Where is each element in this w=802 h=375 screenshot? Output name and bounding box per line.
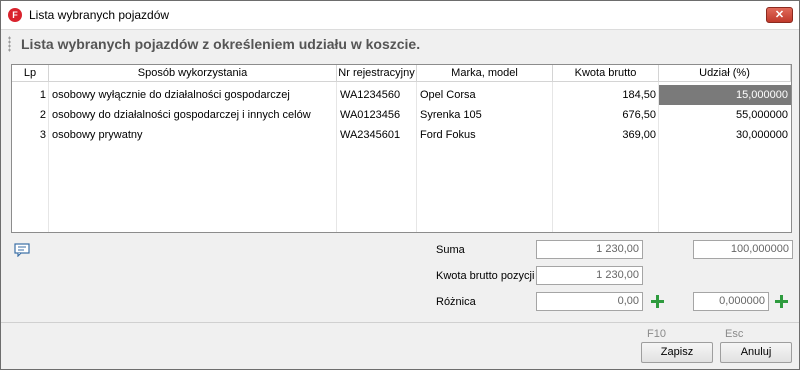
difference-label: Różnica	[436, 296, 476, 308]
table-cell-registration[interactable]: WA0123456	[337, 105, 417, 125]
item-gross-amount-field: 1 230,00	[536, 266, 643, 285]
table-cell-usage[interactable]: osobowy prywatny	[49, 125, 337, 145]
table-cell-lp[interactable]: 3	[12, 125, 49, 145]
difference-share-field: 0,000000	[693, 292, 769, 311]
table-cell-usage[interactable]: osobowy do działalności gospodarczej i i…	[49, 105, 337, 125]
difference-amount-field: 0,00	[536, 292, 643, 311]
table-cell-lp[interactable]: 2	[12, 105, 49, 125]
column-header-lp[interactable]: Lp	[12, 65, 49, 82]
dialog-header: Lista wybranych pojazdów z określeniem u…	[1, 30, 799, 60]
column-header-share[interactable]: Udział (%)	[659, 65, 791, 82]
footer-divider	[1, 322, 799, 323]
table-cell-make-model[interactable]: Syrenka 105	[417, 105, 553, 125]
column-header-gross-amount[interactable]: Kwota brutto	[553, 65, 659, 82]
table-cell-registration[interactable]: WA1234560	[337, 85, 417, 105]
table-cell-usage[interactable]: osobowy wyłącznie do działalności gospod…	[49, 85, 337, 105]
sum-amount-field: 1 230,00	[536, 240, 643, 259]
table-cell-registration[interactable]: WA2345601	[337, 125, 417, 145]
cancel-button[interactable]: Anuluj	[720, 342, 792, 363]
dialog-heading: Lista wybranych pojazdów z określeniem u…	[21, 36, 421, 52]
plus-icon[interactable]	[775, 295, 788, 308]
cancel-shortcut-hint: Esc	[725, 328, 744, 340]
title-bar[interactable]: F Lista wybranych pojazdów ✕	[1, 1, 799, 30]
column-header-make-model[interactable]: Marka, model	[417, 65, 553, 82]
background-window-edge	[0, 370, 802, 375]
app-logo-icon: F	[8, 8, 22, 22]
save-shortcut-hint: F10	[647, 328, 666, 340]
table-cell-share[interactable]: 30,000000	[659, 125, 791, 145]
table-cell-share-selected[interactable]: 15,000000	[659, 85, 791, 105]
save-button[interactable]: Zapisz	[641, 342, 713, 363]
dialog-window: F Lista wybranych pojazdów ✕ Lista wybra…	[0, 0, 800, 370]
column-header-registration[interactable]: Nr rejestracyjny	[337, 65, 417, 82]
comment-icon[interactable]	[14, 243, 30, 257]
table-cell-lp[interactable]: 1	[12, 85, 49, 105]
table-cell-share[interactable]: 55,000000	[659, 105, 791, 125]
close-button[interactable]: ✕	[766, 7, 793, 23]
table-cell-make-model[interactable]: Opel Corsa	[417, 85, 553, 105]
table-cell-gross-amount[interactable]: 676,50	[553, 105, 659, 125]
sum-share-field: 100,000000	[693, 240, 793, 259]
table-cell-gross-amount[interactable]: 184,50	[553, 85, 659, 105]
grip-handle-icon	[8, 36, 11, 52]
column-header-usage[interactable]: Sposób wykorzystania	[49, 65, 337, 82]
plus-icon[interactable]	[651, 295, 664, 308]
window-title: Lista wybranych pojazdów	[29, 8, 170, 22]
vehicles-table[interactable]: Lp Sposób wykorzystania Nr rejestracyjny…	[11, 64, 792, 233]
table-cell-gross-amount[interactable]: 369,00	[553, 125, 659, 145]
table-cell-make-model[interactable]: Ford Fokus	[417, 125, 553, 145]
item-gross-amount-label: Kwota brutto pozycji	[436, 270, 535, 282]
sum-label: Suma	[436, 244, 465, 256]
